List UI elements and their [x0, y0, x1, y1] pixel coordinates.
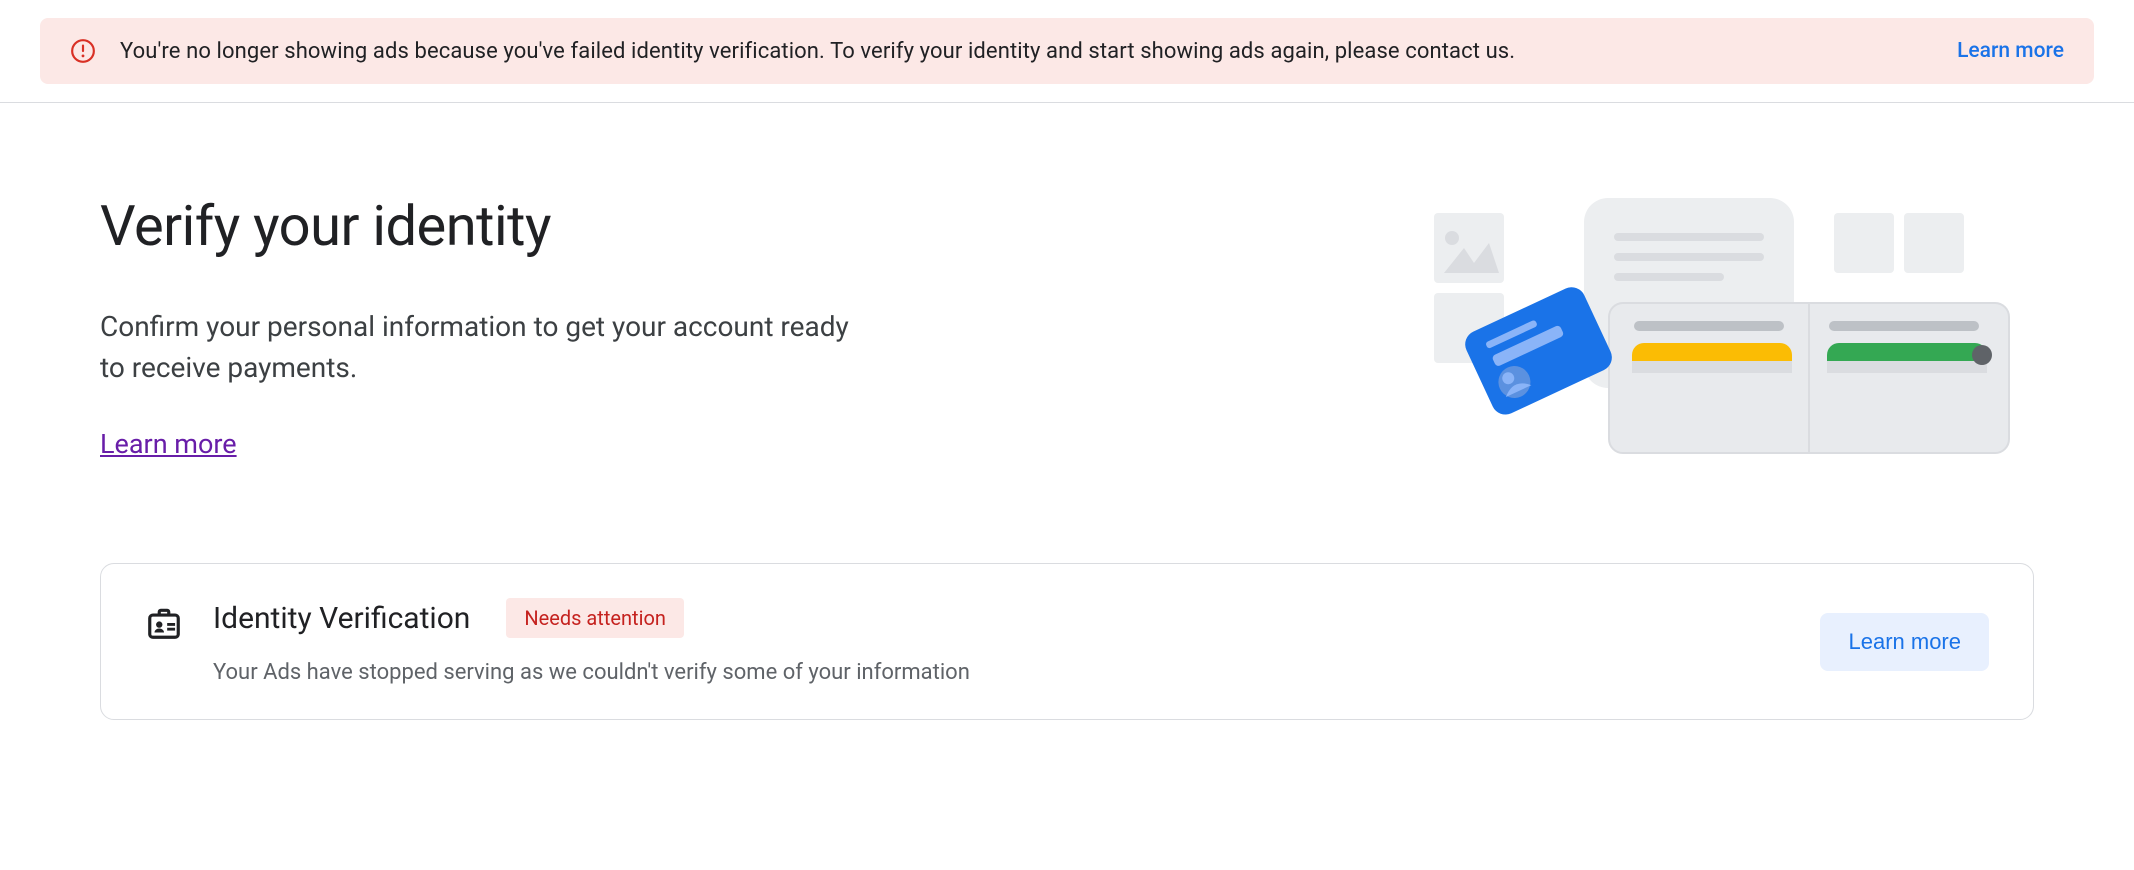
- page-title: Verify your identity: [100, 193, 880, 259]
- id-badge-icon: [145, 604, 183, 646]
- card-title-row: Identity Verification Needs attention: [213, 598, 1820, 638]
- card-learn-more-button[interactable]: Learn more: [1820, 613, 1989, 671]
- status-badge: Needs attention: [506, 598, 684, 638]
- page-description: Confirm your personal information to get…: [100, 307, 880, 388]
- alert-banner: You're no longer showing ads because you…: [40, 18, 2094, 84]
- identity-verification-card: Identity Verification Needs attention Yo…: [100, 563, 2034, 720]
- hero-text: Verify your identity Confirm your person…: [100, 193, 880, 460]
- card-body: Identity Verification Needs attention Yo…: [213, 598, 1820, 685]
- alert-icon: [70, 38, 96, 64]
- wallet-illustration: [1414, 193, 2034, 473]
- alert-learn-more-link[interactable]: Learn more: [1957, 39, 2064, 63]
- main-content: Verify your identity Confirm your person…: [0, 103, 2134, 760]
- card-title: Identity Verification: [213, 601, 470, 636]
- card-description: Your Ads have stopped serving as we coul…: [213, 660, 1820, 685]
- hero-section: Verify your identity Confirm your person…: [100, 193, 2034, 473]
- hero-learn-more-link[interactable]: Learn more: [100, 428, 237, 460]
- alert-message: You're no longer showing ads because you…: [120, 39, 1917, 64]
